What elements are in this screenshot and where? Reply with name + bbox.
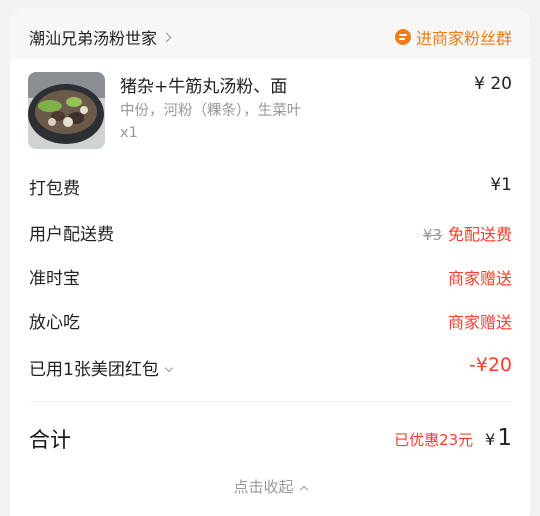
chevron-right-icon [161, 32, 172, 43]
total-amount: 1 [497, 425, 512, 451]
collapse-button[interactable]: 点击收起 [0, 476, 540, 497]
delivery-fee-free: 免配送费 [447, 225, 512, 244]
fan-group-button[interactable]: 进商家粉丝群 [394, 25, 512, 49]
fan-group-label: 进商家粉丝群 [415, 29, 512, 48]
shop-name-link[interactable]: 潮汕兄弟汤粉世家 [29, 25, 172, 49]
packing-fee-label: 打包费 [29, 179, 80, 199]
ontime-guarantee-label: 准时宝 [29, 269, 80, 289]
delivery-fee-label: 用户配送费 [29, 225, 114, 245]
chevron-up-icon [299, 485, 308, 495]
item-quantity: x1 [120, 125, 138, 141]
item-spec: 中份，河粉（粿条），生菜叶 [120, 103, 302, 119]
ontime-guarantee-value: 商家赠送 [447, 269, 512, 288]
coupon-row[interactable]: 已用1张美团红包 [29, 355, 174, 380]
food-thumbnail[interactable] [28, 72, 105, 149]
total-summary: 已优惠23元 ¥ 1 [394, 425, 512, 451]
packing-fee-value: ¥1 [490, 175, 512, 195]
shop-name: 潮汕兄弟汤粉世家 [29, 29, 158, 48]
coupon-label: 已用1张美团红包 [29, 360, 159, 380]
total-label: 合计 [29, 428, 71, 452]
collapse-label: 点击收起 [233, 478, 294, 496]
delivery-fee-original: ¥3 [422, 226, 442, 244]
food-safety-value: 商家赠送 [447, 313, 512, 332]
coupon-value: -¥20 [468, 354, 512, 376]
chat-bubble-icon [394, 29, 411, 45]
item-price: ¥ 20 [474, 74, 512, 94]
delivery-fee-value-group: ¥3 免配送费 [423, 221, 512, 245]
item-title: 猪杂+牛筋丸汤粉、面 [120, 77, 288, 97]
chevron-down-icon [164, 363, 174, 373]
divider [29, 401, 512, 402]
currency-symbol: ¥ [485, 430, 496, 449]
discount-text: 已优惠23元 [394, 431, 474, 449]
food-safety-label: 放心吃 [29, 313, 80, 333]
